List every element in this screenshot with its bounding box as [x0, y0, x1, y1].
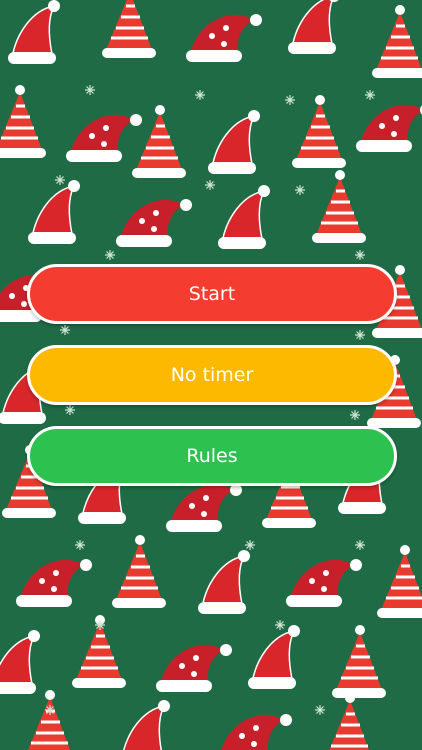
rules-button[interactable]: Rules: [27, 426, 397, 486]
no-timer-button[interactable]: No timer: [27, 345, 397, 405]
hat-row-9: [20, 688, 378, 750]
hat-row-3: [27, 168, 368, 250]
hat-row-8: [0, 613, 388, 700]
hat-row-2: [0, 83, 422, 180]
start-button[interactable]: Start: [27, 264, 397, 324]
main-menu: Start No timer Rules: [27, 264, 397, 507]
hat-row-1: [7, 0, 422, 80]
